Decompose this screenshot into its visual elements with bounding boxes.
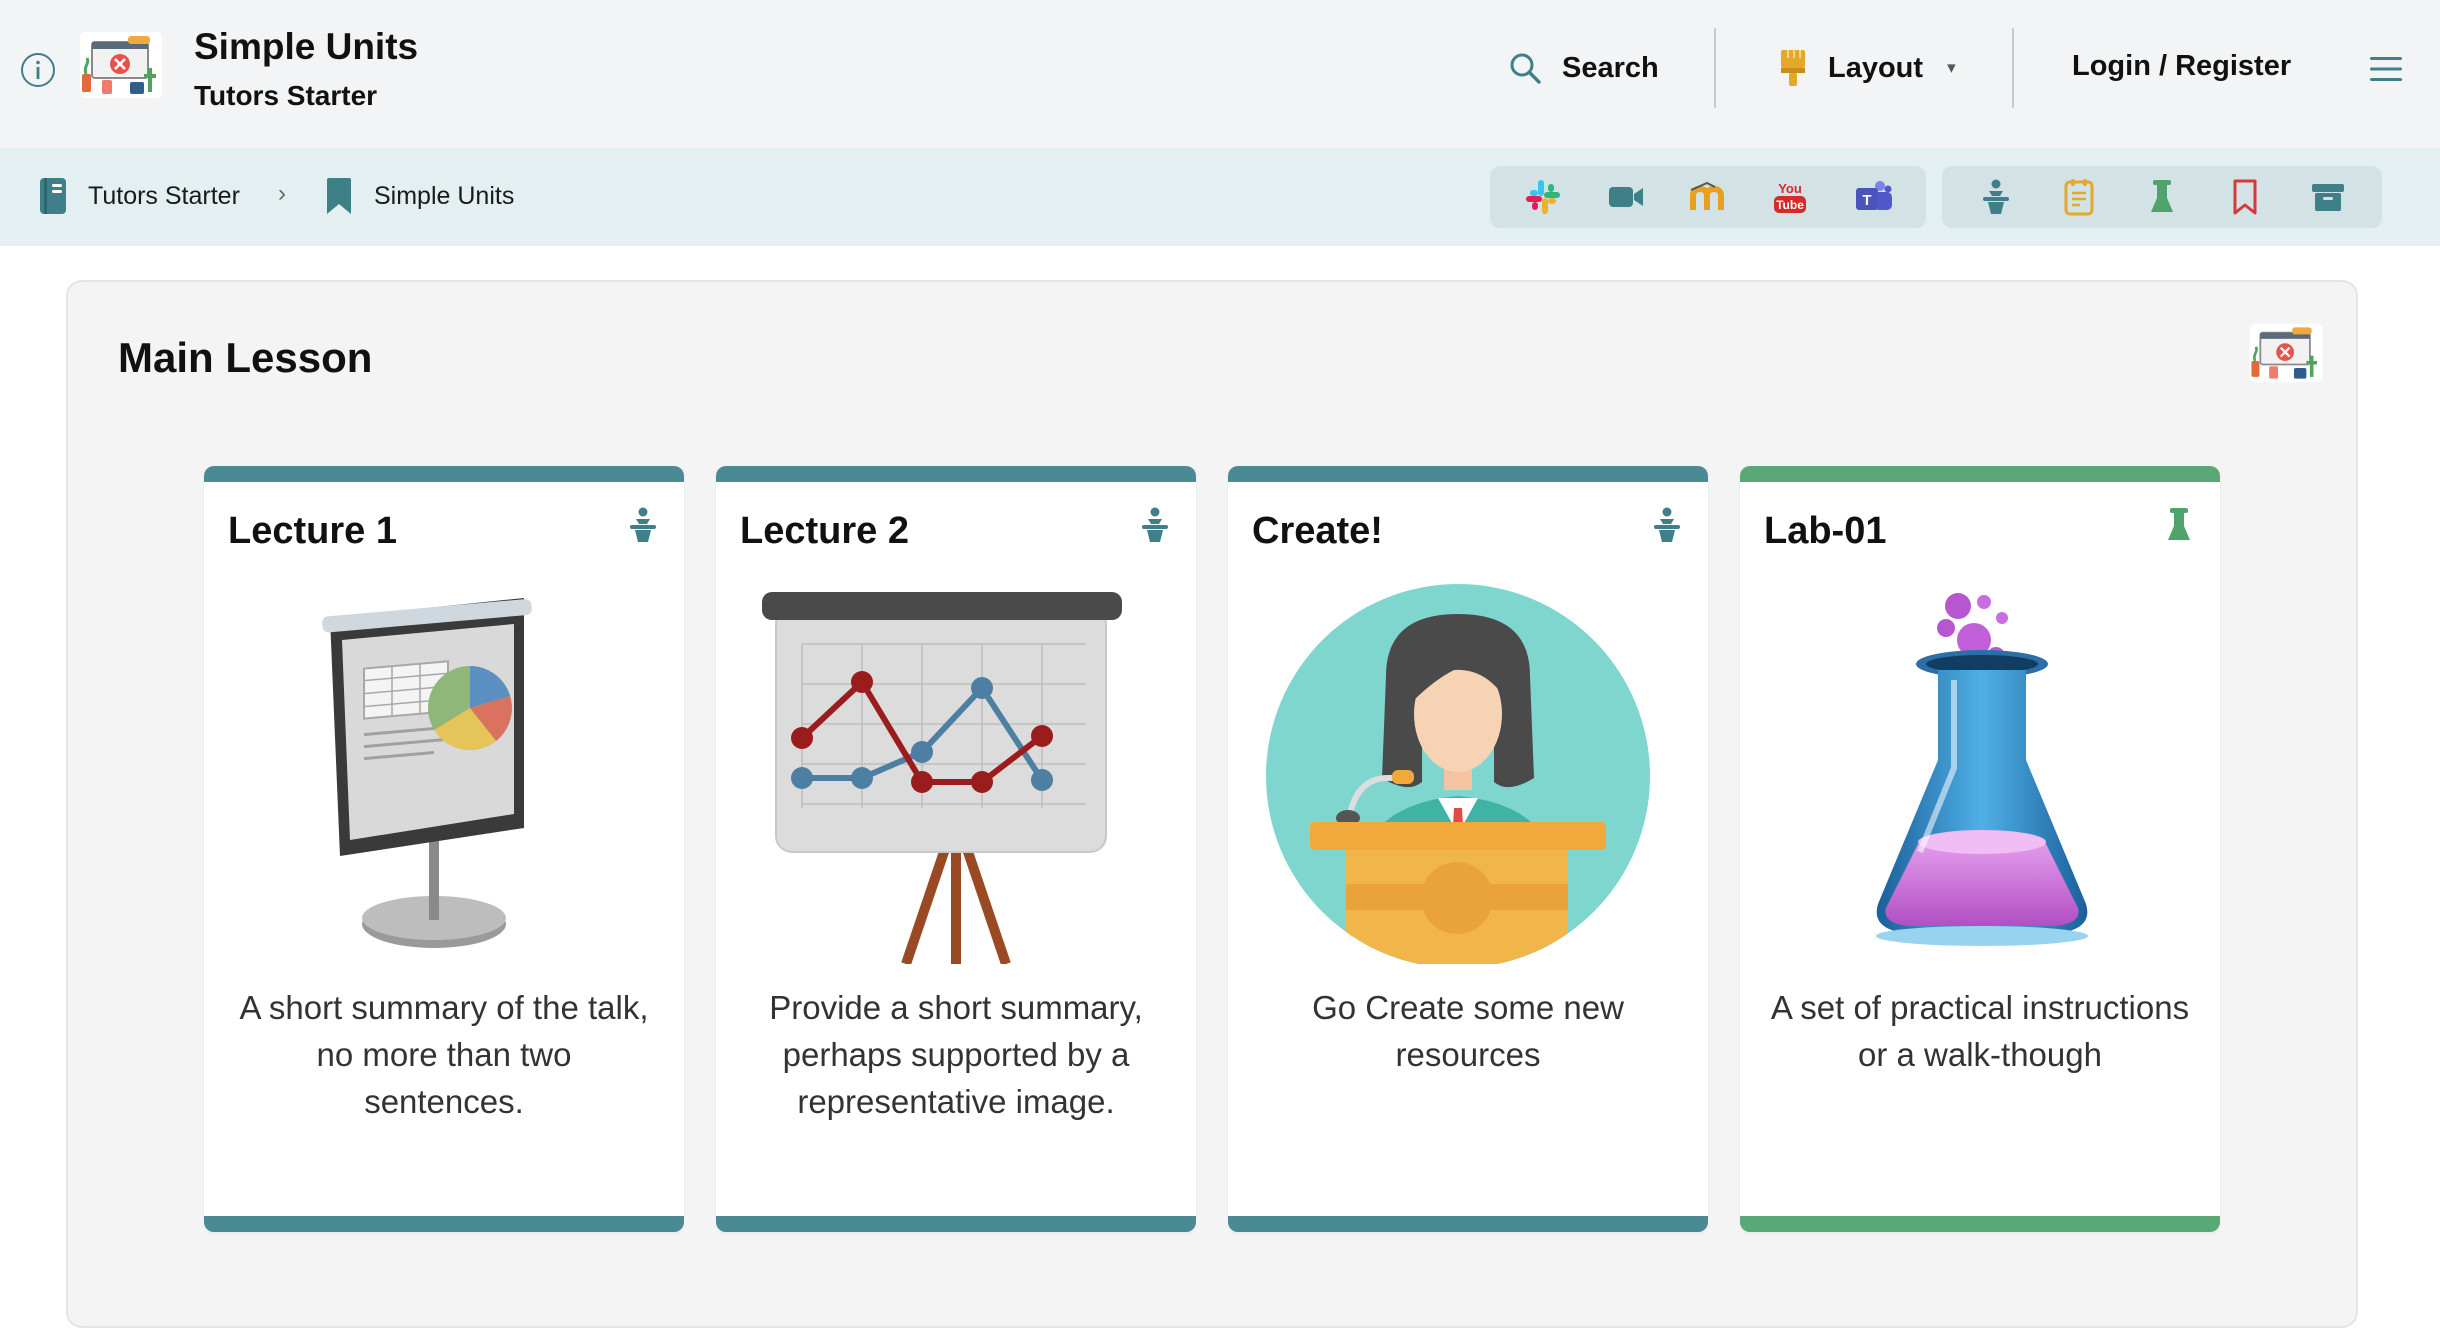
flask-image bbox=[1770, 584, 2190, 964]
login-register-button[interactable]: Login / Register bbox=[2072, 50, 2291, 83]
layout-menu-button[interactable]: Layout ▾ bbox=[1778, 46, 1956, 90]
card-description: Go Create some new resources bbox=[1312, 989, 1624, 1073]
paintbrush-icon bbox=[1781, 50, 1805, 86]
video-icon[interactable] bbox=[1604, 175, 1648, 219]
bookmark-icon bbox=[327, 178, 351, 214]
lab-icon[interactable] bbox=[2140, 175, 2184, 219]
card-bottom-bar bbox=[204, 1216, 684, 1232]
lecture-icon bbox=[626, 506, 660, 544]
breadcrumb-label: Simple Units bbox=[374, 181, 515, 210]
moodle-icon[interactable] bbox=[1686, 175, 1730, 219]
lecture-icon bbox=[1650, 506, 1684, 544]
card-description: Provide a short summary, perhaps support… bbox=[769, 989, 1143, 1120]
course-title: Simple Units bbox=[194, 26, 419, 67]
teams-icon[interactable]: T bbox=[1851, 175, 1895, 219]
card-title: Create! bbox=[1252, 510, 1383, 552]
lecture-card[interactable]: Lecture 2 Provide a short summary, perha… bbox=[716, 466, 1196, 1232]
card-top-bar bbox=[1228, 466, 1708, 482]
card-description: A set of practical instructions or a wal… bbox=[1770, 989, 2190, 1073]
lecture-card[interactable]: Lecture 1 A short summary of the talk, n… bbox=[204, 466, 684, 1232]
lecture-icon bbox=[1138, 506, 1172, 544]
unit-title: Main Lesson bbox=[118, 334, 373, 381]
topic-tools-toolbar bbox=[1942, 166, 2382, 228]
svg-text:You: You bbox=[1779, 181, 1803, 196]
card-top-bar bbox=[716, 466, 1196, 482]
card-bottom-bar bbox=[716, 1216, 1196, 1232]
lab-card[interactable]: Lab-01 A set of practical instructions o… bbox=[1740, 466, 2220, 1232]
card-title: Lab-01 bbox=[1764, 510, 1887, 552]
breadcrumb-label: Tutors Starter bbox=[88, 181, 240, 210]
lecture-icon[interactable] bbox=[1974, 175, 2018, 219]
search-icon bbox=[1510, 53, 1541, 84]
slack-icon[interactable] bbox=[1521, 175, 1565, 219]
svg-text:Tube: Tube bbox=[1776, 198, 1804, 212]
card-top-bar bbox=[1740, 466, 2220, 482]
course-logo[interactable] bbox=[78, 30, 164, 100]
card-title: Lecture 1 bbox=[228, 510, 397, 552]
svg-text:T: T bbox=[1862, 192, 1871, 209]
card-bottom-bar bbox=[1740, 1216, 2220, 1232]
bookmark-icon[interactable] bbox=[2223, 175, 2267, 219]
hamburger-menu-icon[interactable] bbox=[2368, 54, 2404, 84]
card-bottom-bar bbox=[1228, 1216, 1708, 1232]
unit-logo bbox=[2246, 322, 2326, 384]
speaker-podium-image bbox=[1258, 584, 1678, 968]
breadcrumb-separator: › bbox=[278, 180, 286, 207]
chevron-down-icon: ▾ bbox=[1947, 58, 1956, 77]
external-links-toolbar: You Tube T bbox=[1490, 166, 1926, 228]
lecture-card[interactable]: Create! Go Create some new resources bbox=[1228, 466, 1708, 1232]
search-label: Search bbox=[1562, 51, 1659, 84]
breadcrumb-item-course[interactable]: Tutors Starter bbox=[38, 174, 240, 218]
presentation-screen-image bbox=[234, 584, 654, 964]
breadcrumb-item-topic[interactable]: Simple Units bbox=[324, 174, 514, 218]
card-description: A short summary of the talk, no more tha… bbox=[239, 989, 649, 1120]
layout-label: Layout bbox=[1828, 51, 1924, 84]
youtube-icon[interactable]: You Tube bbox=[1768, 175, 1812, 219]
header-divider bbox=[2012, 28, 2014, 108]
line-chart-easel-image bbox=[746, 584, 1166, 966]
top-header: Simple Units Tutors Starter Search Layou… bbox=[0, 0, 2440, 148]
card-top-bar bbox=[204, 466, 684, 482]
lab-icon bbox=[2162, 506, 2196, 544]
header-divider bbox=[1714, 28, 1716, 108]
card-title: Lecture 2 bbox=[740, 510, 909, 552]
info-circle-icon[interactable] bbox=[20, 52, 56, 88]
course-book-icon bbox=[40, 178, 66, 214]
main-lesson-panel: Main Lesson Lecture 1 A short summary of… bbox=[66, 280, 2358, 1328]
course-subtitle: Tutors Starter bbox=[194, 80, 378, 111]
notes-icon[interactable] bbox=[2057, 175, 2101, 219]
search-button[interactable]: Search bbox=[1508, 46, 1659, 90]
archive-icon[interactable] bbox=[2306, 175, 2350, 219]
breadcrumb-bar: Tutors Starter › Simple Units You Tube T bbox=[0, 148, 2440, 246]
